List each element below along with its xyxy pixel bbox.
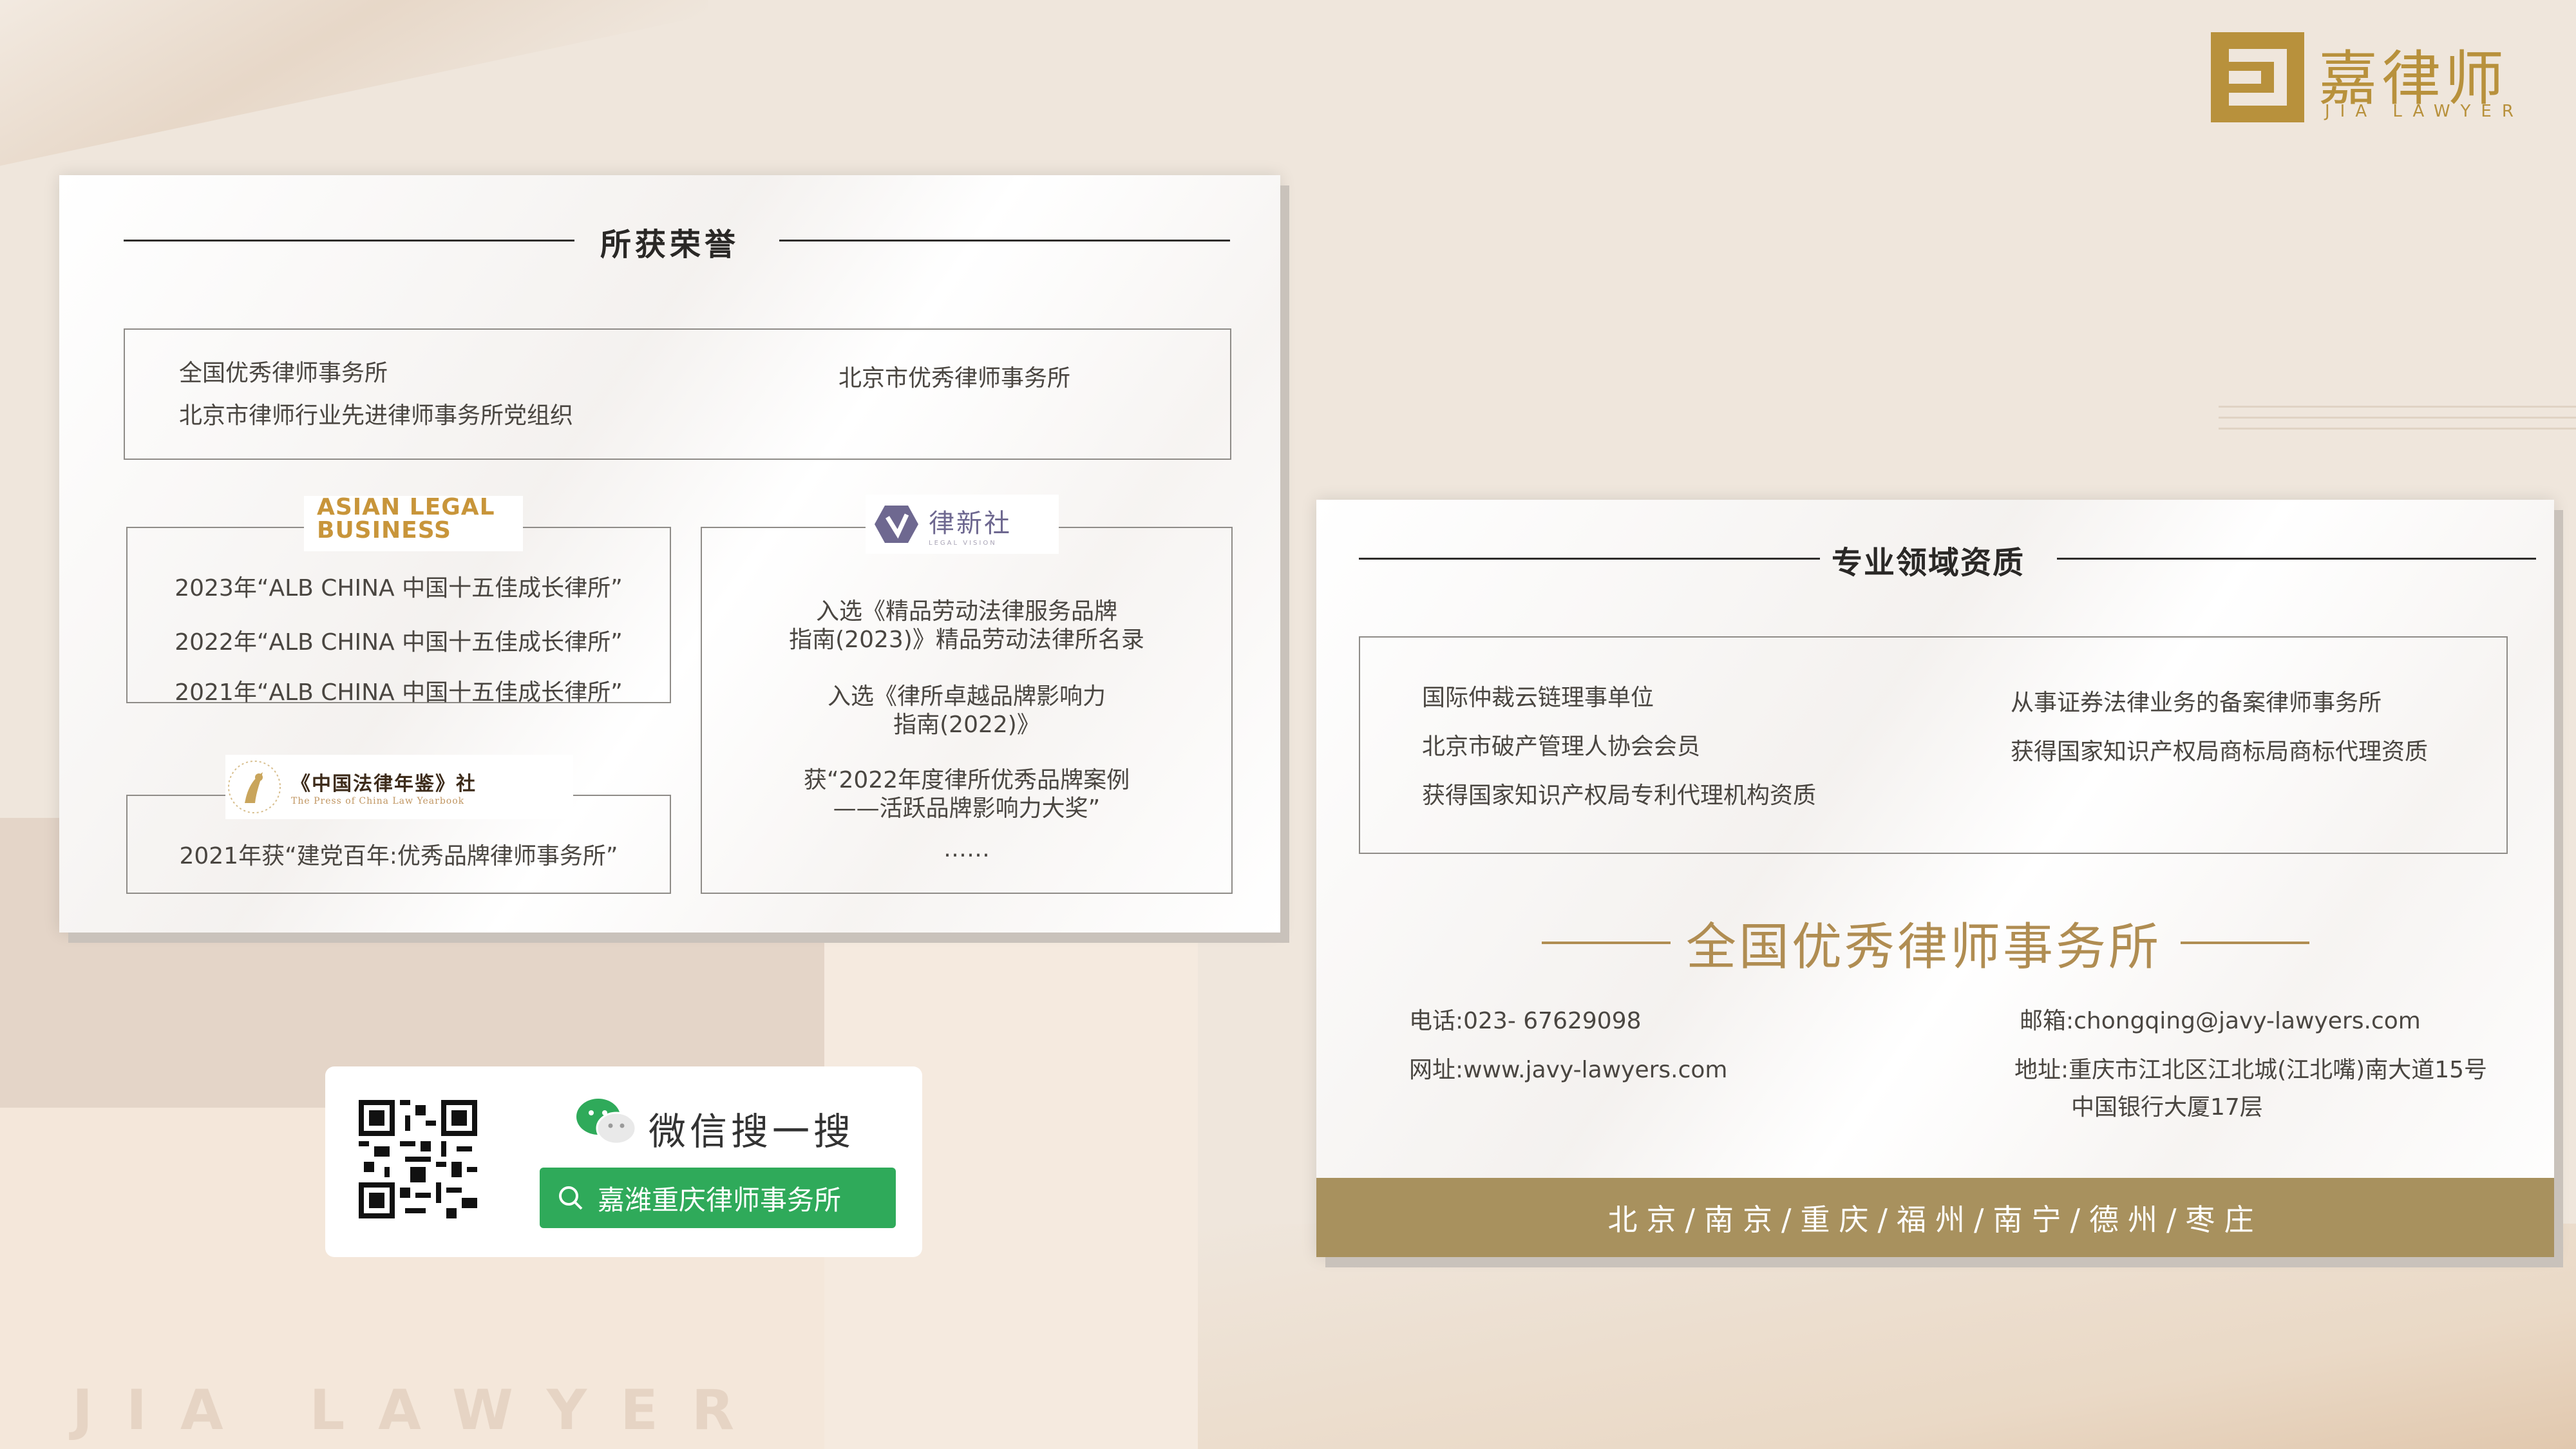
yearbook-logo-sub: The Press of China Law Yearbook (291, 796, 465, 806)
honors-card: 所获荣誉 全国优秀律师事务所 北京市律师行业先进律师事务所党组织 北京市优秀律师… (59, 175, 1280, 933)
honor-item: 北京市律师行业先进律师事务所党组织 (179, 402, 574, 429)
lxs-item: 指南(2023)》精品劳动法律所名录 (789, 627, 1144, 653)
qualification-item: 国际仲裁云链理事单位 (1422, 685, 1654, 711)
firm-website[interactable]: 网址:www.javy-lawyers.com (1409, 1051, 1727, 1084)
firm-address-line2: 中国银行大厦17层 (2071, 1094, 2263, 1121)
brand-logo-icon (2211, 32, 2304, 122)
wechat-search-card[interactable]: 微信搜一搜 嘉潍重庆律师事务所 (325, 1066, 922, 1257)
honor-item: 北京市优秀律师事务所 (838, 365, 1071, 392)
yearbook-logo: 《中国法律年鉴》社 The Press of China Law Yearboo… (225, 755, 573, 819)
wechat-search-button[interactable]: 嘉潍重庆律师事务所 (540, 1168, 896, 1228)
firm-phone: 电话:023- 67629098 (1409, 1008, 1642, 1034)
yearbook-item: 2021年获“建党百年:优秀品牌律师事务所” (179, 843, 618, 869)
alb-box: 2023年“ALB CHINA 中国十五佳成长律所” 2022年“ALB CHI… (126, 527, 671, 706)
qualifications-card: 专业领域资质 国际仲裁云链理事单位 北京市破产管理人协会会员 获得国家知识产权局… (1316, 500, 2554, 1257)
gold-rule-right (2181, 942, 2309, 944)
honors-title: 所获荣誉 (600, 227, 740, 263)
firm-address-line1: 地址:重庆市江北区江北城(江北嘴)南大道15号 (2014, 1057, 2488, 1083)
honor-item: 全国优秀律师事务所 (179, 360, 388, 386)
lxs-logo-text: 律新社 (929, 508, 1012, 538)
decorative-lines (2219, 406, 2576, 444)
lxs-emblem-icon (873, 503, 920, 545)
background-diagonal (0, 0, 708, 193)
firm-title: 全国优秀律师事务所 (1686, 918, 2162, 976)
title-rule-left (1359, 558, 1820, 560)
search-icon (556, 1184, 585, 1212)
gold-rule-left (1542, 942, 1671, 944)
alb-logo: ASIAN LEGAL BUSINESS (304, 496, 523, 551)
qr-code (359, 1100, 477, 1218)
qualification-item: 北京市破产管理人协会会员 (1422, 734, 1701, 760)
qualification-item: 获得国家知识产权局专利代理机构资质 (1422, 782, 1817, 809)
watermark-text: JIA LAWYER (72, 1378, 768, 1443)
title-rule-right (779, 240, 1230, 242)
wechat-title: 微信搜一搜 (649, 1110, 855, 1153)
city-bar: 北京/南京/重庆/福州/南宁/德州/枣庄 (1316, 1178, 2554, 1257)
lxs-item: ——活跃品牌影响力大奖” (833, 795, 1101, 822)
yearbook-logo-text: 《中国法律年鉴》社 (291, 773, 477, 795)
alb-logo-line1: ASIAN LEGAL (317, 494, 495, 520)
lxs-box: 入选《精品劳动法律服务品牌 指南(2023)》精品劳动法律所名录 入选《律所卓越… (701, 527, 1233, 894)
qualification-item: 获得国家知识产权局商标局商标代理资质 (2011, 739, 2429, 765)
honors-top-box: 全国优秀律师事务所 北京市律师行业先进律师事务所党组织 北京市优秀律师事务所 (124, 328, 1231, 460)
title-rule-right (2057, 558, 2536, 560)
alb-logo-line2: BUSINESS (317, 517, 451, 544)
wechat-search-text: 嘉潍重庆律师事务所 (598, 1184, 842, 1216)
qualification-item: 从事证券法律业务的备案律师事务所 (2011, 690, 2382, 716)
lxs-logo: 律新社 LEGAL VISION (866, 495, 1059, 554)
qualifications-title: 专业领域资质 (1832, 545, 2025, 581)
alb-item: 2023年“ALB CHINA 中国十五佳成长律所” (175, 575, 623, 601)
lxs-ellipsis: …… (943, 836, 990, 862)
lxs-logo-sub: LEGAL VISION (929, 539, 997, 547)
alb-item: 2022年“ALB CHINA 中国十五佳成长律所” (175, 629, 623, 656)
lxs-item: 指南(2022)》 (893, 712, 1040, 738)
wechat-icon (575, 1096, 637, 1146)
title-rule-left (124, 240, 574, 242)
yearbook-emblem-icon (225, 758, 283, 816)
qualifications-box: 国际仲裁云链理事单位 北京市破产管理人协会会员 获得国家知识产权局专利代理机构资… (1359, 636, 2508, 854)
firm-email[interactable]: 邮箱:chongqing@javy-lawyers.com (2020, 1002, 2421, 1036)
brand-name-en: JIA LAWYER (2325, 102, 2524, 121)
background-bottom-right (1198, 1224, 2576, 1449)
alb-item: 2021年“ALB CHINA 中国十五佳成长律所” (175, 679, 623, 706)
